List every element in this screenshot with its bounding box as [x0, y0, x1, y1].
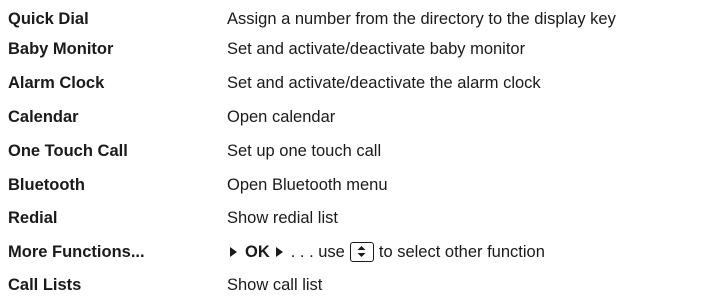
function-term: Redial: [8, 208, 58, 227]
table-row: Baby Monitor Set and activate/deactivate…: [0, 34, 715, 64]
use-text: . . . use: [290, 242, 345, 261]
table-row: One Touch Call Set up one touch call: [0, 136, 715, 166]
function-term: More Functions...: [8, 242, 145, 261]
function-description: Show redial list: [227, 208, 338, 227]
function-description: Assign a number from the directory to th…: [227, 9, 616, 28]
ok-key-label: OK: [245, 242, 270, 261]
function-description: Open calendar: [227, 107, 336, 126]
function-description: Show call list: [227, 275, 323, 294]
function-description: Set and activate/deactivate baby monitor: [227, 39, 526, 58]
function-term: Alarm Clock: [8, 73, 105, 92]
function-term: Quick Dial: [8, 9, 89, 28]
nav-key-up-down-icon: [349, 242, 374, 262]
function-description: OK . . . use to select other function: [224, 242, 545, 262]
table-row: Bluetooth Open Bluetooth menu: [0, 170, 715, 200]
table-row: Calendar Open calendar: [0, 102, 715, 132]
select-function-text: to select other function: [378, 242, 545, 261]
function-description: Set and activate/deactivate the alarm cl…: [227, 73, 541, 92]
arrow-right-icon: [275, 247, 283, 257]
function-term: Call Lists: [8, 275, 82, 294]
function-description: Open Bluetooth menu: [227, 175, 388, 194]
function-term: Bluetooth: [8, 175, 85, 194]
arrow-right-icon: [230, 247, 237, 257]
table-row: Alarm Clock Set and activate/deactivate …: [0, 68, 715, 98]
function-term: Calendar: [8, 107, 79, 126]
table-row: Quick Dial Assign a number from the dire…: [0, 4, 715, 34]
function-description: Set up one touch call: [227, 141, 382, 160]
function-table: Quick Dial Assign a number from the dire…: [0, 0, 715, 303]
function-term: Baby Monitor: [8, 39, 114, 58]
function-term: One Touch Call: [8, 141, 128, 160]
table-row: Call Lists Show call list: [0, 270, 715, 300]
table-row: More Functions... OK . . . use to select…: [0, 237, 715, 267]
table-row: Redial Show redial list: [0, 203, 715, 233]
